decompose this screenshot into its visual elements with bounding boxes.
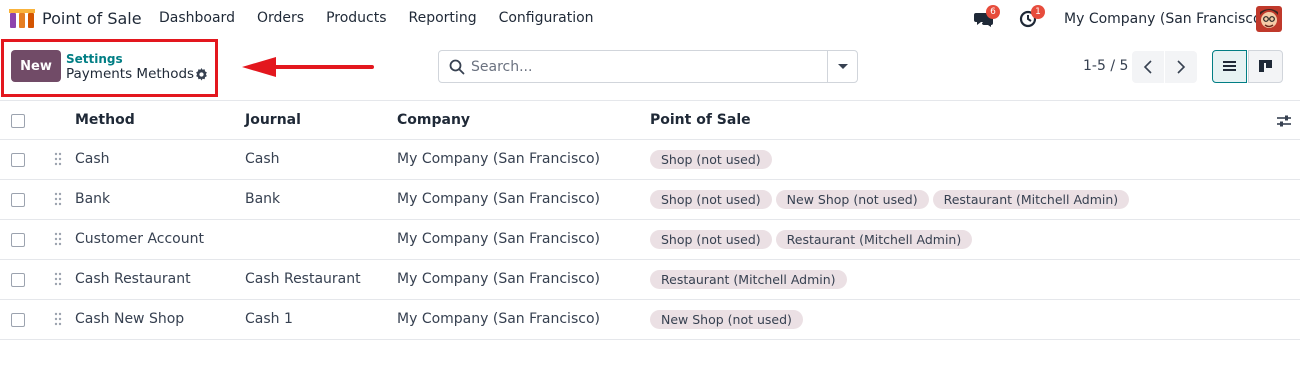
cell-company[interactable]: My Company (San Francisco) [397, 231, 600, 247]
pos-tag: Shop (not used) [650, 190, 772, 209]
kanban-icon [1259, 60, 1272, 72]
pos-tags: Shop (not used) New Shop (not used) Rest… [650, 190, 1133, 209]
search-bar [438, 50, 858, 83]
table-row[interactable]: Cash Restaurant Cash Restaurant My Compa… [0, 260, 1300, 300]
search-icon [449, 59, 465, 75]
menu-dashboard[interactable]: Dashboard [159, 10, 235, 26]
pager-previous-button[interactable] [1132, 51, 1164, 83]
column-header-method[interactable]: Method [75, 112, 135, 128]
pos-tag: New Shop (not used) [775, 190, 929, 209]
annotation-arrow-icon [242, 57, 374, 77]
drag-handle-icon[interactable] [53, 192, 63, 206]
cell-journal[interactable]: Cash 1 [245, 311, 293, 327]
pos-tag: Restaurant (Mitchell Admin) [775, 230, 973, 249]
main-menu: Dashboard Orders Products Reporting Conf… [159, 10, 616, 26]
column-header-point-of-sale[interactable]: Point of Sale [650, 112, 751, 128]
row-checkbox[interactable] [11, 233, 25, 247]
table-row[interactable]: Cash Cash My Company (San Francisco) Sho… [0, 140, 1300, 180]
cell-company[interactable]: My Company (San Francisco) [397, 191, 600, 207]
pos-tags: Shop (not used) [650, 150, 776, 169]
column-header-journal[interactable]: Journal [245, 112, 301, 128]
search-options-toggle[interactable] [827, 51, 857, 82]
user-avatar[interactable] [1256, 6, 1282, 32]
list-icon [1223, 61, 1236, 71]
menu-orders[interactable]: Orders [257, 10, 304, 26]
pos-tag: Restaurant (Mitchell Admin) [650, 270, 847, 289]
new-button[interactable]: New [11, 50, 61, 82]
kanban-view-button[interactable] [1248, 50, 1283, 83]
list-view-button[interactable] [1212, 50, 1247, 83]
cell-journal[interactable]: Cash Restaurant [245, 271, 361, 287]
cell-company[interactable]: My Company (San Francisco) [397, 271, 600, 287]
table-row[interactable]: Customer Account My Company (San Francis… [0, 220, 1300, 260]
gear-icon[interactable] [195, 68, 208, 81]
cell-journal[interactable]: Cash [245, 151, 280, 167]
pos-tag: Restaurant (Mitchell Admin) [932, 190, 1130, 209]
top-navbar: Point of Sale Dashboard Orders Products … [0, 0, 1300, 38]
drag-handle-icon[interactable] [53, 152, 63, 166]
pager-next-button[interactable] [1165, 51, 1197, 83]
drag-handle-icon[interactable] [53, 232, 63, 246]
row-checkbox[interactable] [11, 193, 25, 207]
pos-tags: Restaurant (Mitchell Admin) [650, 270, 851, 289]
page-title: Payments Methods [66, 66, 195, 82]
chevron-right-icon [1177, 60, 1186, 74]
cell-method[interactable]: Customer Account [75, 231, 204, 247]
cell-method[interactable]: Bank [75, 191, 110, 207]
menu-configuration[interactable]: Configuration [499, 10, 594, 26]
column-header-company[interactable]: Company [397, 112, 470, 128]
pos-tag: Shop (not used) [650, 150, 772, 169]
company-switcher[interactable]: My Company (San Francisco) [1064, 11, 1267, 27]
cell-company[interactable]: My Company (San Francisco) [397, 311, 600, 327]
pos-logo-icon[interactable] [9, 9, 35, 28]
menu-products[interactable]: Products [326, 10, 386, 26]
select-all-checkbox[interactable] [11, 114, 25, 128]
menu-reporting[interactable]: Reporting [409, 10, 477, 26]
chevron-left-icon [1143, 60, 1152, 74]
breadcrumb-settings[interactable]: Settings [66, 52, 123, 66]
table-row[interactable]: Bank Bank My Company (San Francisco) Sho… [0, 180, 1300, 220]
cell-method[interactable]: Cash New Shop [75, 311, 184, 327]
cell-method[interactable]: Cash Restaurant [75, 271, 191, 287]
activities-button[interactable]: 1 [1019, 5, 1045, 28]
search-input[interactable] [471, 57, 821, 77]
payment-methods-table: Method Journal Company Point of Sale Cas… [0, 100, 1300, 340]
table-header: Method Journal Company Point of Sale [0, 100, 1300, 140]
app-name[interactable]: Point of Sale [42, 9, 142, 28]
activities-badge: 1 [1031, 5, 1045, 19]
cell-method[interactable]: Cash [75, 151, 110, 167]
row-checkbox[interactable] [11, 313, 25, 327]
row-checkbox[interactable] [11, 273, 25, 287]
row-checkbox[interactable] [11, 153, 25, 167]
pager-value[interactable]: 1-5 / 5 [1083, 58, 1128, 74]
pos-tags: New Shop (not used) [650, 310, 807, 329]
pos-tags: Shop (not used) Restaurant (Mitchell Adm… [650, 230, 976, 249]
drag-handle-icon[interactable] [53, 312, 63, 326]
pos-tag: New Shop (not used) [650, 310, 803, 329]
cell-company[interactable]: My Company (San Francisco) [397, 151, 600, 167]
drag-handle-icon[interactable] [53, 272, 63, 286]
pos-tag: Shop (not used) [650, 230, 772, 249]
caret-down-icon [838, 64, 848, 69]
cell-journal[interactable]: Bank [245, 191, 280, 207]
optional-columns-icon[interactable] [1276, 113, 1292, 129]
messages-button[interactable]: 6 [974, 5, 1000, 28]
messages-badge: 6 [986, 5, 1000, 19]
table-row[interactable]: Cash New Shop Cash 1 My Company (San Fra… [0, 300, 1300, 340]
